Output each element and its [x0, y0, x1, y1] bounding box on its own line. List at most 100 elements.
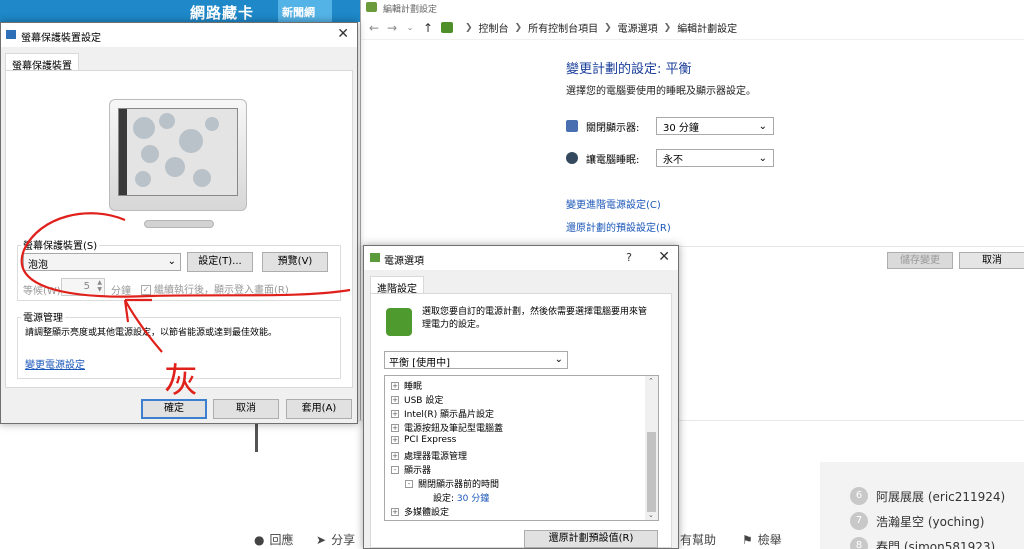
settings-tree: + 睡眠 + USB 設定 + Intel(R) 顯示晶片設定 + 電源按鈕及筆記型電腦…: [384, 375, 659, 521]
tree-item[interactable]: + 電源按鈕及筆記型電腦蓋: [391, 421, 503, 434]
chevron-down-icon[interactable]: ⌄: [401, 23, 419, 32]
tree-item[interactable]: + 處理器電源管理: [391, 449, 467, 462]
scroll-up-icon[interactable]: ⌃: [648, 377, 654, 385]
tree-item[interactable]: + 睡眠: [391, 379, 422, 392]
advanced-power-link[interactable]: 變更進階電源設定(C): [566, 196, 661, 211]
tree-item-label: 設定:: [433, 494, 455, 504]
tree-item-label: 睡眠: [404, 382, 423, 392]
ok-button[interactable]: 確定: [141, 399, 207, 419]
sleep-select[interactable]: 永不 ⌄: [656, 149, 774, 167]
resume-checkbox[interactable]: ✓ 繼續執行後，顯示登入畫面(R): [141, 281, 289, 296]
plan-select[interactable]: 平衡 [使用中] ⌄: [384, 351, 568, 369]
display-off-select[interactable]: 30 分鐘 ⌄: [656, 117, 774, 135]
dialog-title: 螢幕保護裝置設定: [21, 33, 101, 44]
address-bar: ← → ⌄ ↑ ❯ 控制台 ❯ 所有控制台項目 ❯ 電源選項 ❯ 編輯計劃設定: [361, 16, 1024, 40]
breadcrumb-item[interactable]: 編輯計劃設定: [677, 20, 737, 35]
tree-scrollbar[interactable]: ⌃ ⌄: [645, 376, 658, 520]
display-off-row: 關閉顯示器: 30 分鐘 ⌄: [566, 117, 774, 135]
power-description: 請調整顯示亮度或其他電源設定，以節省能源或達到最佳效能。: [25, 328, 278, 338]
wait-unit: 分鐘: [111, 286, 131, 297]
sleep-label: 讓電腦睡眠:: [586, 154, 640, 166]
reply-action[interactable]: ● 回應: [254, 531, 294, 548]
scroll-down-icon[interactable]: ⌄: [648, 511, 654, 519]
wait-spinner[interactable]: 5 ▲ ▼: [61, 278, 105, 296]
chevron-down-icon: ⌄: [758, 120, 767, 132]
share-action[interactable]: ➤ 分享: [316, 531, 355, 548]
tree-item-label: 關閉顯示器前的時間: [418, 480, 500, 490]
screensaver-select[interactable]: 泡泡 ⌄: [23, 253, 181, 271]
tree-item[interactable]: - 關閉顯示器前的時間: [405, 477, 499, 490]
sleep-value: 永不: [663, 154, 683, 166]
rank-user-name: 浩瀚星空 (yoching): [876, 514, 985, 529]
expand-icon[interactable]: +: [391, 409, 399, 418]
dialog-titlebar: 電源選項 ? ✕: [364, 246, 678, 270]
breadcrumb-item[interactable]: 電源選項: [618, 20, 658, 35]
back-arrow-icon[interactable]: ←: [365, 21, 383, 35]
tree-item[interactable]: + Intel(R) 顯示晶片設定: [391, 407, 494, 420]
preview-button[interactable]: 預覽(V): [262, 252, 328, 272]
wait-value: 5: [83, 281, 90, 292]
scrollbar-thumb[interactable]: [647, 432, 656, 512]
apply-button[interactable]: 套用(A): [286, 399, 352, 419]
tree-item-setting[interactable]: 設定: 30 分鐘: [433, 491, 489, 504]
preview-screen: [118, 108, 238, 196]
reply-label: 回應: [269, 533, 294, 547]
tree-item-label: PCI Express: [404, 435, 457, 445]
ranking-user[interactable]: 7 浩瀚星空 (yoching): [850, 512, 984, 530]
breadcrumb-item[interactable]: 控制台: [479, 20, 509, 35]
flag-icon: ⚑: [742, 532, 753, 547]
plan-subtitle: 選擇您的電腦要使用的睡眠及顯示器設定。: [566, 86, 756, 97]
collapse-icon[interactable]: -: [405, 479, 413, 488]
helpful-label: 有幫助: [680, 533, 717, 547]
forward-arrow-icon[interactable]: →: [383, 21, 401, 35]
up-arrow-icon[interactable]: ↑: [419, 21, 437, 35]
helpful-action[interactable]: 有幫助: [680, 531, 716, 548]
expand-icon[interactable]: +: [391, 423, 399, 432]
tree-item-label: 顯示器: [404, 466, 432, 476]
expand-icon[interactable]: +: [391, 507, 399, 516]
expand-icon[interactable]: +: [391, 381, 399, 390]
ranking-user[interactable]: 8 春門 (simon581923): [850, 537, 995, 549]
speech-bubble-icon: ●: [254, 532, 265, 547]
tree-item[interactable]: + PCI Express: [391, 435, 456, 445]
ranking-user[interactable]: 6 阿展展展 (eric211924): [850, 487, 1005, 505]
screensaver-group-label: 螢幕保護裝置(S): [21, 237, 100, 252]
control-panel-icon: [441, 22, 453, 33]
cancel-button[interactable]: 取消: [959, 252, 1024, 269]
chevron-down-icon: ⌄: [758, 152, 767, 164]
tree-item[interactable]: - 顯示器: [391, 463, 431, 476]
expand-icon[interactable]: +: [391, 451, 399, 460]
breadcrumb-separator-icon: ❯: [604, 22, 612, 33]
monitor-clock-icon: [566, 120, 578, 132]
save-changes-button[interactable]: 儲存變更: [887, 252, 953, 269]
restore-defaults-link[interactable]: 還原計劃的預設設定(R): [566, 219, 671, 234]
monitor-stand: [144, 220, 214, 228]
share-label: 分享: [331, 533, 356, 547]
settings-button[interactable]: 設定(T)...: [187, 252, 253, 272]
close-icon[interactable]: ✕: [658, 249, 670, 265]
power-group-label: 電源管理: [21, 309, 65, 324]
collapse-icon[interactable]: -: [391, 465, 399, 474]
tree-item[interactable]: + 多媒體設定: [391, 505, 449, 518]
rank-user-name: 春門 (simon581923): [876, 539, 996, 549]
setting-value[interactable]: 30 分鐘: [457, 491, 489, 504]
rank-number: 7: [850, 512, 868, 530]
tree-item-label: Intel(R) 顯示晶片設定: [404, 410, 495, 420]
tree-item-label: 多媒體設定: [404, 508, 450, 518]
expand-icon[interactable]: +: [391, 395, 399, 404]
advanced-description: 選取您要自訂的電源計劃，然後依需要選擇電腦要用來管理電力的設定。: [422, 307, 648, 330]
power-options-dialog: 電源選項 ? ✕ 進階設定 選取您要自訂的電源計劃，然後依需要選擇電腦要用來管理…: [363, 245, 679, 549]
breadcrumb-item[interactable]: 所有控制台項目: [528, 20, 598, 35]
report-action[interactable]: ⚑ 檢舉: [742, 531, 782, 548]
close-icon[interactable]: ✕: [337, 26, 349, 42]
restore-plan-defaults-button[interactable]: 還原計劃預設值(R): [524, 530, 658, 548]
expand-icon[interactable]: +: [391, 436, 399, 444]
help-icon[interactable]: ?: [626, 251, 632, 264]
screensaver-dialog: 螢幕保護裝置設定 ✕ 螢幕保護裝置 螢幕保護裝置(S) 泡泡 ⌄ 設定(T)..…: [0, 22, 358, 424]
cancel-button[interactable]: 取消: [213, 399, 279, 419]
plan-value: 平衡 [使用中]: [389, 358, 450, 369]
change-power-link[interactable]: 變更電源設定: [25, 356, 85, 371]
tree-item[interactable]: + USB 設定: [391, 393, 443, 406]
site-banner-tab[interactable]: 新聞網: [278, 0, 332, 22]
resume-label: 繼續執行後，顯示登入畫面(R): [154, 285, 289, 296]
